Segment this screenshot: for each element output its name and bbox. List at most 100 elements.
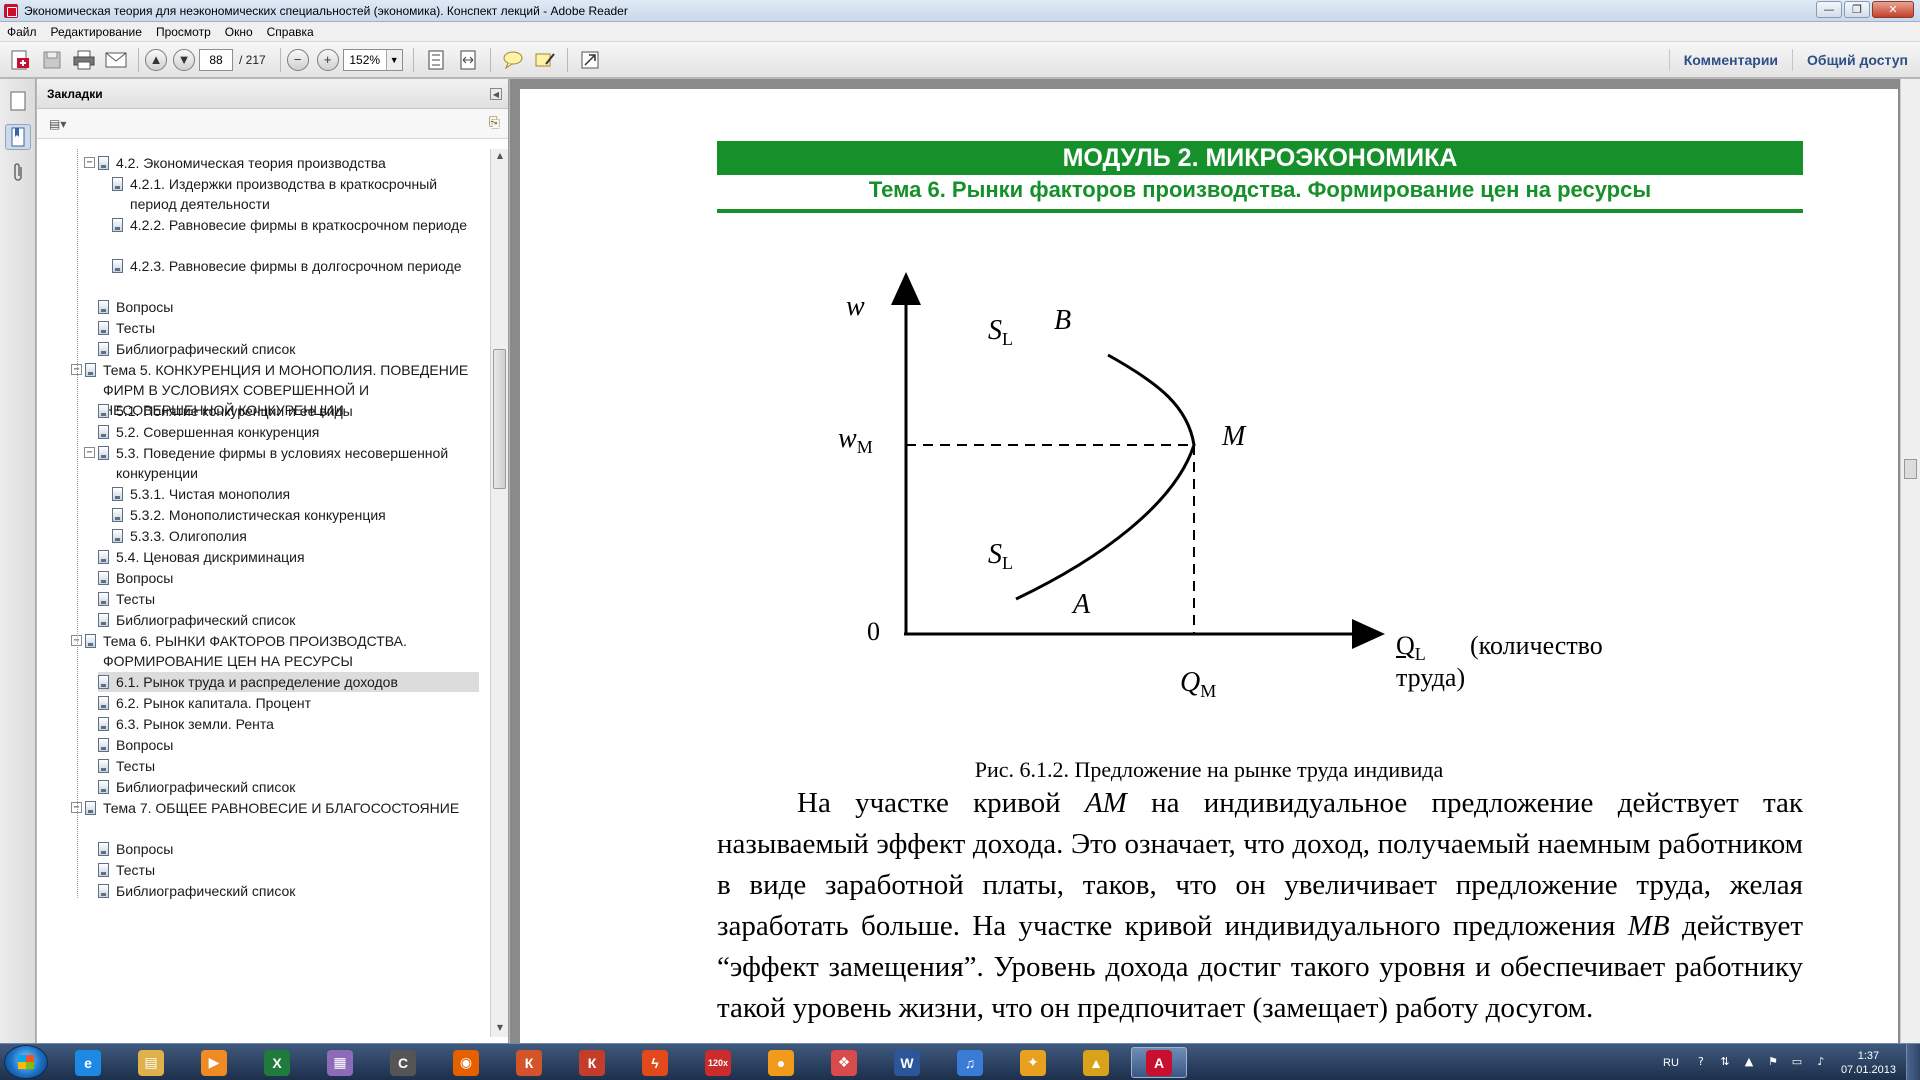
zoom-out-icon[interactable]: −	[286, 48, 309, 71]
bookmark-item[interactable]: Тесты	[98, 589, 479, 609]
bookmark-item[interactable]: 4.2. Экономическая теория производства	[98, 153, 479, 173]
scroll-up-icon[interactable]: ▲	[494, 151, 506, 163]
bookmark-options-icon[interactable]: ▤▾	[49, 117, 66, 131]
clock[interactable]: 1:37 07.01.2013	[1841, 1049, 1896, 1077]
bookmark-item[interactable]: 6.2. Рынок капитала. Процент	[98, 693, 479, 713]
zoom-in-icon[interactable]: +	[316, 48, 339, 71]
zoom-select[interactable]: 152% ▼	[342, 48, 403, 71]
page-thumbnails-icon[interactable]	[5, 88, 31, 114]
bookmark-item[interactable]: 4.2.3. Равновесие фирмы в долгосрочном п…	[112, 256, 479, 276]
document-scrollbar[interactable]	[1900, 79, 1920, 1043]
language-indicator[interactable]: RU	[1663, 1057, 1679, 1069]
bookmark-item[interactable]: 6.1. Рынок труда и распределение доходов	[98, 672, 479, 692]
taskbar-app-gallery[interactable]: ❖	[816, 1047, 872, 1078]
bookmark-item[interactable]: Библиографический список	[98, 777, 479, 797]
bookmark-item[interactable]: Вопросы	[98, 297, 479, 317]
taskbar-app-archive[interactable]: ▦	[312, 1047, 368, 1078]
taskbar-app-cursor[interactable]: ▲	[1068, 1047, 1124, 1078]
menu-help[interactable]: Справка	[260, 25, 321, 39]
bookmark-item[interactable]: Библиографический список	[98, 610, 479, 630]
taskbar-app-flash[interactable]: ϟ	[627, 1047, 683, 1078]
ql-description-line2: труда)	[1396, 663, 1466, 692]
menu-file[interactable]: Файл	[0, 25, 44, 39]
bookmark-item[interactable]: Вопросы	[98, 568, 479, 588]
taskbar-app-k-lite[interactable]: К	[564, 1047, 620, 1078]
attachments-icon[interactable]	[5, 160, 31, 186]
new-bookmark-icon[interactable]: ⎘	[489, 115, 500, 131]
create-pdf-icon[interactable]	[6, 46, 34, 74]
taskbar-app-acrobat[interactable]: A	[1131, 1047, 1187, 1078]
collapse-panel-icon[interactable]: ◀	[490, 88, 502, 100]
taskbar-app-media[interactable]: ▶	[186, 1047, 242, 1078]
bookmark-item[interactable]: Вопросы	[98, 839, 479, 859]
next-page-icon[interactable]: ▼	[173, 48, 195, 71]
bookmark-item[interactable]: 5.3.2. Монополистическая конкуренция	[112, 505, 479, 525]
comment-icon[interactable]	[499, 46, 527, 74]
bookmark-item[interactable]: 4.2.2. Равновесие фирмы в краткосрочном …	[112, 215, 479, 235]
tray-arrow-icon[interactable]: ▲	[1741, 1055, 1757, 1071]
bookmark-item[interactable]: 5.4. Ценовая дискриминация	[98, 547, 479, 567]
email-icon[interactable]	[102, 46, 130, 74]
fullscreen-icon[interactable]	[576, 46, 604, 74]
monitor-icon[interactable]: ▭	[1789, 1055, 1805, 1071]
maximize-button[interactable]: ❐	[1844, 1, 1870, 18]
fit-width-icon[interactable]	[454, 46, 482, 74]
highlight-icon[interactable]	[531, 46, 559, 74]
bookmark-item[interactable]: 5.2. Совершенная конкуренция	[98, 422, 479, 442]
bookmark-item[interactable]: 5.3. Поведение фирмы в условиях несоверш…	[98, 443, 479, 483]
network-icon[interactable]: ⇅	[1717, 1055, 1733, 1071]
taskbar-app-tools[interactable]: ✦	[1005, 1047, 1061, 1078]
help-icon[interactable]: ?	[1693, 1055, 1709, 1071]
bookmark-item[interactable]: Библиографический список	[98, 339, 479, 359]
taskbar-app-imgview[interactable]: 120x	[690, 1047, 746, 1078]
chevron-down-icon[interactable]: ▼	[385, 49, 402, 70]
fit-page-icon[interactable]	[422, 46, 450, 74]
collapse-node-icon[interactable]: −	[84, 157, 95, 168]
share-link[interactable]: Общий доступ	[1792, 49, 1920, 71]
bookmarks-tree: 4.2. Экономическая теория производства − 4…	[37, 149, 489, 1037]
taskbar-app-excel[interactable]: X	[249, 1047, 305, 1078]
bookmark-item[interactable]: Вопросы	[98, 735, 479, 755]
scrollbar-thumb[interactable]	[1904, 459, 1917, 479]
scrollbar-thumb[interactable]	[493, 349, 506, 489]
start-button[interactable]	[4, 1045, 48, 1079]
menu-window[interactable]: Окно	[218, 25, 260, 39]
collapse-node-icon[interactable]: −	[84, 447, 95, 458]
minimize-button[interactable]: —	[1816, 1, 1842, 18]
bookmark-item[interactable]: Тесты	[98, 318, 479, 338]
show-desktop-button[interactable]	[1906, 1044, 1920, 1080]
save-icon[interactable]	[38, 46, 66, 74]
bookmark-item[interactable]: Тесты	[98, 860, 479, 880]
kmp-icon: К	[516, 1049, 542, 1076]
bookmark-item[interactable]: 4.2.1. Издержки производства в краткосро…	[112, 174, 479, 214]
bookmarks-scrollbar[interactable]: ▲ ▼	[490, 149, 508, 1037]
menu-edit[interactable]: Редактирование	[44, 25, 149, 39]
page-number-input[interactable]: 88	[199, 48, 233, 71]
taskbar-app-word[interactable]: W	[879, 1047, 935, 1078]
close-button[interactable]: ✕	[1872, 1, 1914, 18]
taskbar-app-terminal[interactable]: C	[375, 1047, 431, 1078]
menu-view[interactable]: Просмотр	[149, 25, 218, 39]
taskbar-app-firefox[interactable]: ◉	[438, 1047, 494, 1078]
bookmark-item[interactable]: 5.3.3. Олигополия	[112, 526, 479, 546]
bookmark-icon	[98, 300, 109, 314]
bookmark-item[interactable]: 5.1. Понятие конкуренции и ее виды	[98, 401, 479, 421]
bookmarks-icon[interactable]	[5, 124, 31, 150]
scroll-down-icon[interactable]: ▼	[494, 1023, 506, 1035]
bookmark-item[interactable]: Библиографический список	[98, 881, 479, 901]
taskbar-app-explorer[interactable]: ▤	[123, 1047, 179, 1078]
bookmark-item[interactable]: 5.3.1. Чистая монополия	[112, 484, 479, 504]
print-icon[interactable]	[70, 46, 98, 74]
taskbar-app-kmp[interactable]: К	[501, 1047, 557, 1078]
bookmark-item[interactable]: Тесты	[98, 756, 479, 776]
flag-icon[interactable]: ⚑	[1765, 1055, 1781, 1071]
bookmark-item[interactable]: 6.3. Рынок земли. Рента	[98, 714, 479, 734]
bookmark-topic[interactable]: Тема 6. РЫНКИ ФАКТОРОВ ПРОИЗВОДСТВА. ФОР…	[85, 631, 479, 671]
taskbar-app-bubble[interactable]: ●	[753, 1047, 809, 1078]
volume-icon[interactable]: ♪	[1813, 1055, 1829, 1071]
prev-page-icon[interactable]: ▲	[145, 48, 167, 71]
comments-link[interactable]: Комментарии	[1668, 49, 1792, 71]
taskbar-app-ie[interactable]: e	[60, 1047, 116, 1078]
bookmark-topic[interactable]: Тема 7. ОБЩЕЕ РАВНОВЕСИЕ И БЛАГОСОСТОЯНИ…	[85, 798, 479, 818]
taskbar-app-music[interactable]: ♫	[942, 1047, 998, 1078]
